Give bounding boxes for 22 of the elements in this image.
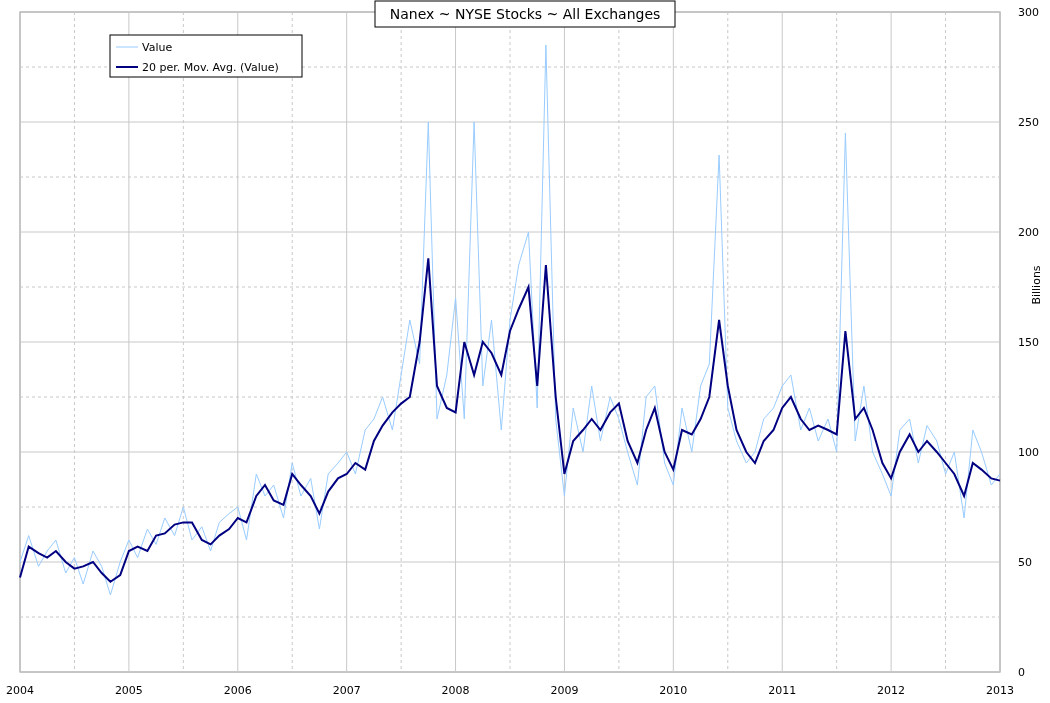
- y-tick-label: 200: [1018, 226, 1039, 239]
- x-tick-label: 2011: [768, 684, 797, 697]
- y-tick-label: 300: [1018, 6, 1039, 19]
- x-tick-label: 2007: [332, 684, 361, 697]
- x-tick-label: 2008: [441, 684, 470, 697]
- legend-label: Value: [142, 41, 173, 54]
- chart-title: Nanex ~ NYSE Stocks ~ All Exchanges: [374, 0, 676, 28]
- y-tick-label: 0: [1018, 666, 1025, 679]
- y-tick-label: 250: [1018, 116, 1039, 129]
- legend-label: 20 per. Mov. Avg. (Value): [142, 61, 279, 74]
- x-tick-label: 2013: [986, 684, 1014, 697]
- x-tick-label: 2009: [550, 684, 579, 697]
- y-axis-label: Billions: [1030, 265, 1043, 305]
- y-tick-label: 150: [1018, 336, 1039, 349]
- y-tick-label: 50: [1018, 556, 1032, 569]
- x-tick-label: 2006: [223, 684, 252, 697]
- x-tick-label: 2004: [6, 684, 34, 697]
- x-tick-label: 2012: [877, 684, 906, 697]
- y-tick-label: 100: [1018, 446, 1039, 459]
- x-tick-label: 2005: [114, 684, 143, 697]
- chart-title: Nanex ~ NYSE Stocks ~ All Exchanges: [389, 6, 661, 22]
- x-tick-label: 2010: [659, 684, 688, 697]
